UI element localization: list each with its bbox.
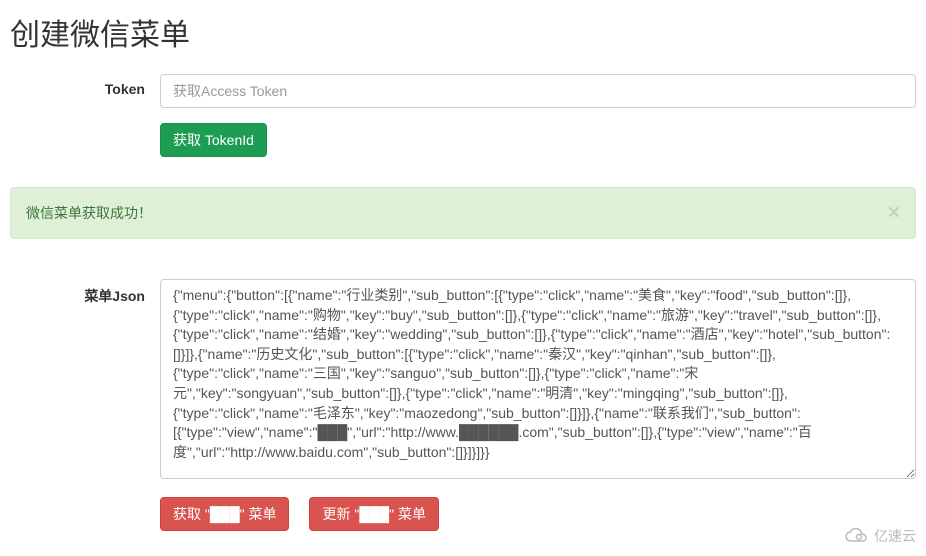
success-alert: 微信菜单获取成功！ × — [10, 187, 916, 239]
update-menu-button[interactable]: 更新 "███" 菜单 — [309, 497, 438, 531]
get-token-button[interactable]: 获取 TokenId — [160, 123, 267, 157]
watermark-text: 亿速云 — [874, 526, 916, 546]
cloud-icon — [845, 528, 869, 544]
get-menu-button[interactable]: 获取 "███" 菜单 — [160, 497, 289, 531]
alert-message: 微信菜单获取成功！ — [26, 205, 152, 221]
json-label: 菜单Json — [10, 279, 160, 306]
page-title: 创建微信菜单 — [10, 10, 916, 54]
token-label: Token — [10, 74, 160, 97]
json-textarea[interactable] — [160, 279, 916, 479]
watermark: 亿速云 — [845, 526, 916, 546]
token-input[interactable] — [160, 74, 916, 108]
alert-close-button[interactable]: × — [888, 201, 900, 225]
